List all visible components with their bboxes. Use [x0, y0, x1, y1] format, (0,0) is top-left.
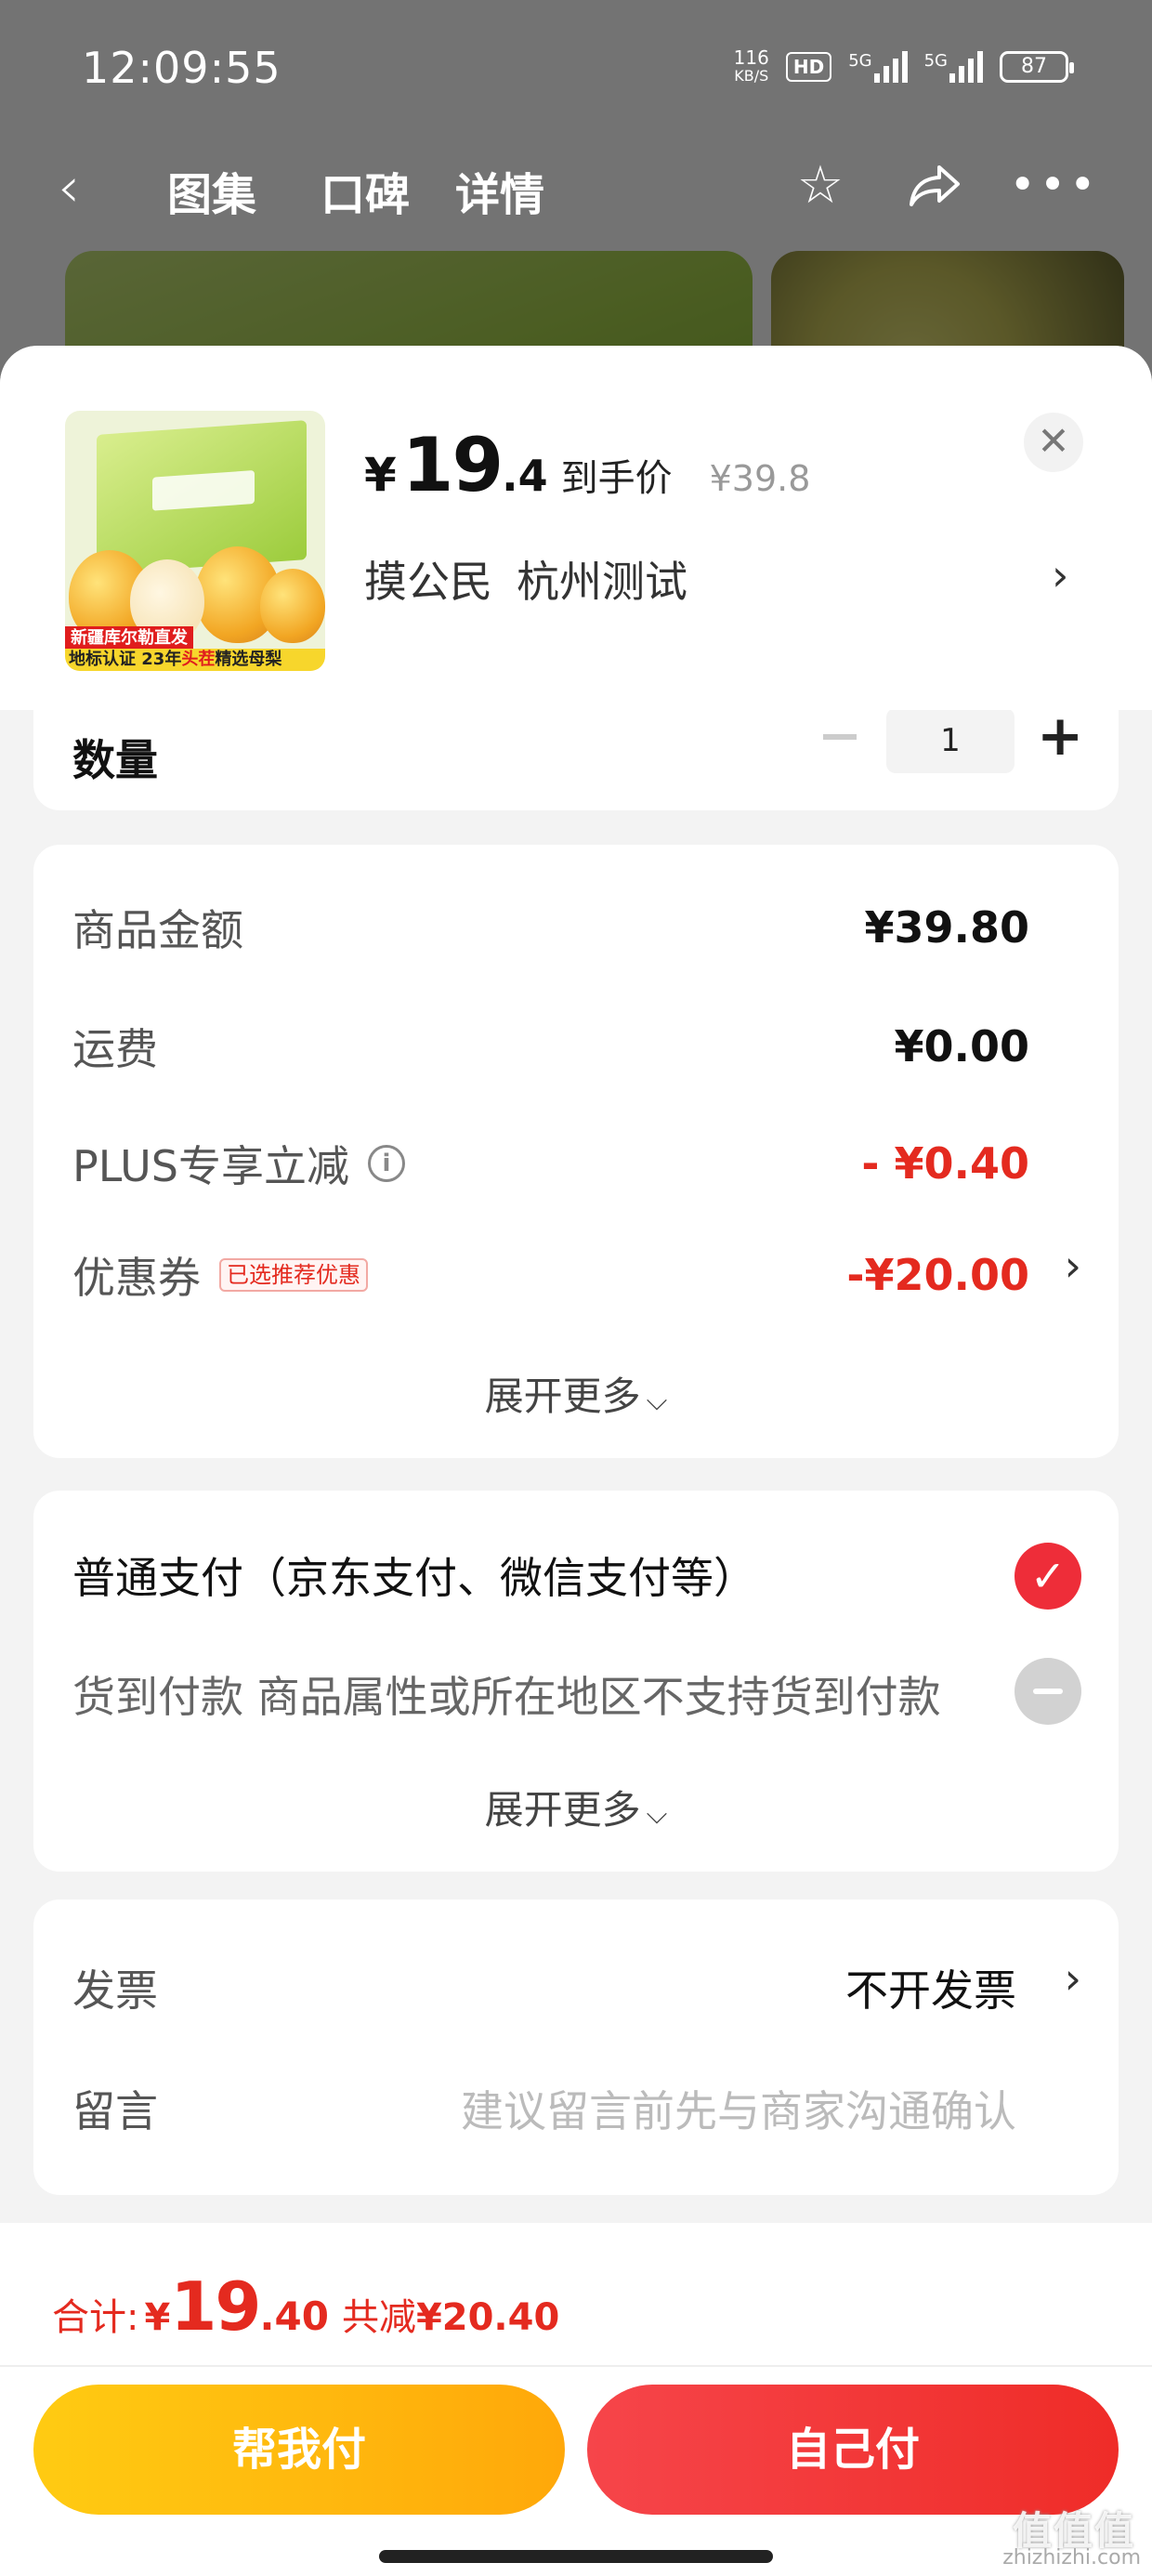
- thumb-tag-cert: 地标认证 23年头茬精选母梨: [65, 649, 325, 671]
- signal-icon: 5G: [924, 51, 983, 83]
- checkmark-icon[interactable]: ✓: [1015, 1543, 1081, 1610]
- price-decimal: .4: [502, 451, 548, 501]
- share-icon[interactable]: [903, 152, 968, 217]
- shipping-label: 运费: [72, 1024, 158, 1074]
- star-icon[interactable]: ☆: [788, 152, 853, 217]
- address-name: 摸公民: [364, 557, 492, 607]
- coupon-tag: 已选推荐优惠: [219, 1258, 368, 1292]
- invoice-value: 不开发票: [845, 1965, 1016, 2016]
- address-row[interactable]: 摸公民 杭州测试: [364, 548, 687, 610]
- signal-label: 5G: [923, 51, 948, 71]
- more-icon[interactable]: •••: [1010, 152, 1096, 217]
- total-decimal: .40: [259, 2293, 329, 2339]
- sheet-header: 新疆库尔勒直发 地标认证 23年头茬精选母梨 ¥ 19 .4 到手价 ¥39.8…: [0, 346, 1152, 710]
- status-icons: 116 KB/S HD 5G 5G 87: [734, 48, 1074, 85]
- thumb-tag-cert-highlight: 头茬: [181, 650, 216, 669]
- price-currency: ¥: [364, 448, 397, 502]
- status-bar: 12:09:55 116 KB/S HD 5G 5G 87: [0, 0, 1152, 139]
- invoice-label: 发票: [72, 1965, 158, 2016]
- product-box: [97, 420, 307, 574]
- message-input[interactable]: 建议留言前先与商家沟通确认: [461, 2078, 1016, 2139]
- signal-icon: 5G: [848, 51, 908, 83]
- hd-icon: HD: [785, 52, 832, 82]
- pear: [260, 569, 325, 643]
- product-thumbnail: 新疆库尔勒直发 地标认证 23年头茬精选母梨: [65, 411, 325, 671]
- thumb-tag-cert-b: 精选母梨: [215, 650, 282, 669]
- saved-label: 共减: [341, 2296, 416, 2339]
- total-currency: ¥: [144, 2296, 171, 2339]
- expand-more-label: 展开更多: [484, 1787, 641, 1833]
- shipping-row: 运费 ¥0.00: [72, 1016, 1029, 1077]
- thumb-tag-origin: 新疆库尔勒直发: [65, 626, 193, 651]
- self-pay-button[interactable]: 自己付: [587, 2385, 1119, 2515]
- expand-more-button[interactable]: 展开更多 ⌵: [33, 1779, 1119, 1835]
- address-city: 杭州测试: [517, 557, 687, 607]
- quantity-plus-button[interactable]: +: [1037, 708, 1083, 764]
- invoice-message-card: 发票 不开发票 › 留言 建议留言前先与商家沟通确认: [33, 1899, 1119, 2195]
- battery-icon: 87: [1000, 51, 1074, 83]
- goods-amount-row: 商品金额 ¥39.80: [72, 897, 1029, 958]
- chevron-down-icon: ⌵: [646, 1385, 668, 1417]
- help-pay-button[interactable]: 帮我付: [33, 2385, 565, 2515]
- product-navbar: ‹ 图集 口碑 详情 ☆ •••: [0, 149, 1152, 223]
- total-integer: 19: [170, 2267, 261, 2346]
- chevron-right-icon[interactable]: ›: [1065, 1953, 1081, 2004]
- price-row: ¥ 19 .4 到手价 ¥39.8: [364, 422, 810, 508]
- coupon-row[interactable]: 优惠券 已选推荐优惠 -¥20.00: [72, 1244, 1029, 1306]
- network-speed: 116 KB/S: [734, 48, 769, 85]
- divider: [0, 2365, 1152, 2367]
- total-row: 合计: ¥ 19 .40 共减 ¥20.40: [52, 2267, 559, 2346]
- price-integer: 19: [401, 422, 504, 508]
- status-time: 12:09:55: [82, 43, 281, 93]
- bottom-action-bar: 合计: ¥ 19 .40 共减 ¥20.40 帮我付 自己付: [0, 2223, 1152, 2576]
- plus-discount-row: PLUS专享立减 i - ¥0.40: [72, 1133, 1029, 1194]
- chevron-left-icon[interactable]: ‹: [58, 160, 80, 216]
- quantity-label: 数量: [72, 735, 158, 785]
- chevron-right-icon[interactable]: ›: [1052, 550, 1068, 600]
- tab-gallery[interactable]: 图集: [167, 158, 256, 223]
- message-label: 留言: [72, 2086, 158, 2136]
- info-icon[interactable]: i: [367, 1145, 405, 1182]
- chevron-down-icon: ⌵: [646, 1798, 668, 1831]
- expand-more-label: 展开更多: [484, 1373, 641, 1419]
- expand-more-button[interactable]: 展开更多 ⌵: [33, 1365, 1119, 1422]
- payment-card: 普通支付（京东支付、微信支付等） ✓ 货到付款 商品属性或所在地区不支持货到付款…: [33, 1491, 1119, 1872]
- payment-option-cod: 货到付款 商品属性或所在地区不支持货到付款: [72, 1672, 941, 1722]
- signal-label: 5G: [848, 51, 872, 71]
- watermark-text: zhizhizhi.com: [1002, 2546, 1141, 2569]
- home-indicator[interactable]: [379, 2550, 773, 2563]
- close-icon[interactable]: ✕: [1024, 413, 1083, 472]
- tab-reviews[interactable]: 口碑: [321, 158, 410, 223]
- saved-value: ¥20.40: [415, 2296, 560, 2339]
- original-price: ¥39.8: [709, 458, 811, 499]
- disabled-icon: [1015, 1658, 1081, 1725]
- thumb-tag-cert-a: 地标认证 23年: [69, 650, 182, 669]
- network-speed-value: 116: [733, 46, 769, 69]
- invoice-row[interactable]: 发票 不开发票: [72, 1957, 1016, 2018]
- quantity-value[interactable]: 1: [886, 708, 1015, 773]
- goods-amount-value: ¥39.80: [864, 902, 1029, 953]
- goods-amount-label: 商品金额: [72, 905, 243, 955]
- tab-details[interactable]: 详情: [455, 158, 544, 223]
- payment-option-normal[interactable]: 普通支付（京东支付、微信支付等）: [72, 1544, 756, 1606]
- quantity-minus-button[interactable]: [823, 734, 857, 740]
- shipping-value: ¥0.00: [894, 1021, 1029, 1071]
- amount-card: 商品金额 ¥39.80 运费 ¥0.00 PLUS专享立减 i - ¥0.40 …: [33, 845, 1119, 1458]
- plus-discount-value: - ¥0.40: [861, 1138, 1029, 1189]
- coupon-value: -¥20.00: [846, 1250, 1029, 1300]
- plus-discount-label: PLUS专享立减: [72, 1141, 349, 1191]
- total-label: 合计:: [52, 2296, 139, 2339]
- network-speed-unit: KB/S: [734, 67, 769, 85]
- chevron-right-icon[interactable]: ›: [1065, 1241, 1081, 1291]
- coupon-label: 优惠券: [72, 1253, 201, 1303]
- price-label: 到手价: [560, 457, 673, 500]
- message-row: 留言 建议留言前先与商家沟通确认: [72, 2078, 1016, 2139]
